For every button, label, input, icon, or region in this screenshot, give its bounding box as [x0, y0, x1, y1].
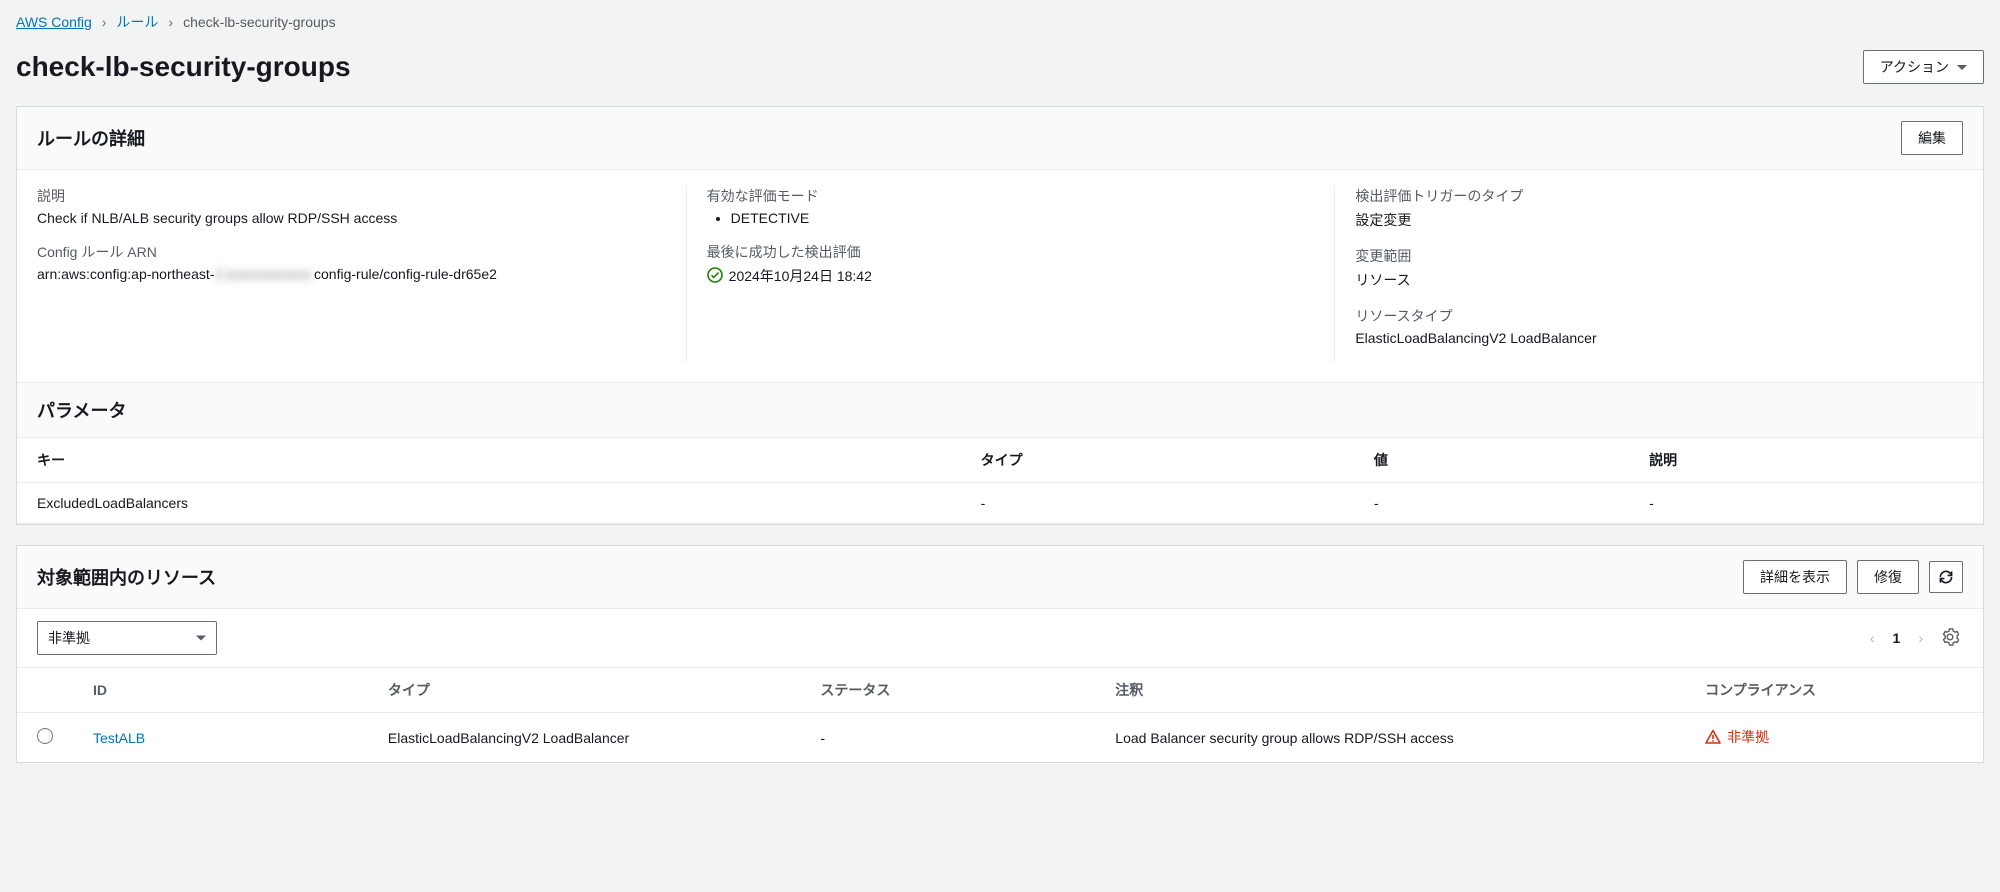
compliance-filter-select[interactable]: 非準拠: [37, 621, 217, 655]
caret-down-icon: [196, 636, 206, 641]
description-label: 説明: [37, 186, 666, 206]
resource-annotation: Load Balancer security group allows RDP/…: [1095, 713, 1685, 763]
res-header-type: タイプ: [368, 668, 801, 713]
resource-status: -: [800, 713, 1095, 763]
warning-triangle-icon: [1705, 729, 1721, 745]
scope-value: リソース: [1355, 270, 1963, 290]
param-type: -: [961, 483, 1354, 524]
param-header-type: タイプ: [961, 438, 1354, 483]
edit-button[interactable]: 編集: [1901, 121, 1963, 155]
breadcrumb-current: check-lb-security-groups: [183, 14, 336, 30]
breadcrumb-rules-link[interactable]: ルール: [116, 12, 158, 32]
trigger-value: 設定変更: [1355, 210, 1963, 230]
actions-label: アクション: [1880, 57, 1949, 77]
refresh-icon: [1938, 569, 1954, 585]
resources-title: 対象範囲内のリソース: [37, 564, 216, 590]
page-number: 1: [1893, 630, 1901, 646]
remediate-button[interactable]: 修復: [1857, 560, 1919, 594]
page-next-button[interactable]: ›: [1916, 628, 1925, 648]
details-col-3: 検出評価トリガーのタイプ 設定変更 変更範囲 リソース リソースタイプ Elas…: [1334, 186, 1963, 362]
details-col-2: 有効な評価モード DETECTIVE 最後に成功した検出評価 2024年10月2…: [686, 186, 1315, 362]
param-desc: -: [1629, 483, 1983, 524]
res-header-select: [17, 668, 73, 713]
param-header-value: 値: [1354, 438, 1629, 483]
param-key: ExcludedLoadBalancers: [17, 483, 961, 524]
chevron-right-icon: ›: [102, 14, 107, 30]
eval-mode-label: 有効な評価モード: [707, 186, 1315, 206]
show-details-button[interactable]: 詳細を表示: [1743, 560, 1847, 594]
res-header-status: ステータス: [800, 668, 1095, 713]
chevron-right-icon: ›: [168, 14, 173, 30]
gear-icon: [1941, 628, 1959, 646]
success-check-icon: [707, 267, 723, 286]
breadcrumb: AWS Config › ルール › check-lb-security-gro…: [16, 8, 1984, 32]
last-success-label: 最後に成功した検出評価: [707, 242, 1315, 262]
param-row: ExcludedLoadBalancers - - -: [17, 483, 1983, 524]
compliance-status-badge: 非準拠: [1705, 727, 1769, 747]
table-settings-button[interactable]: [1937, 624, 1963, 653]
restype-label: リソースタイプ: [1355, 306, 1963, 326]
restype-value: ElasticLoadBalancingV2 LoadBalancer: [1355, 330, 1963, 346]
parameters-table: キー タイプ 値 説明 ExcludedLoadBalancers - - -: [17, 437, 1983, 524]
res-header-annotation: 注釈: [1095, 668, 1685, 713]
param-value-cell: -: [1354, 483, 1629, 524]
arn-value: arn:aws:config:ap-northeast-1:xxxxxxxxxx…: [37, 266, 666, 282]
param-header-key: キー: [17, 438, 961, 483]
last-success-value: 2024年10月24日 18:42: [729, 266, 872, 286]
page-title: check-lb-security-groups: [16, 51, 351, 83]
parameters-title: パラメータ: [17, 382, 1983, 437]
scope-label: 変更範囲: [1355, 246, 1963, 266]
page-prev-button[interactable]: ‹: [1868, 628, 1877, 648]
resource-type: ElasticLoadBalancingV2 LoadBalancer: [368, 713, 801, 763]
rule-details-panel: ルールの詳細 編集 説明 Check if NLB/ALB security g…: [16, 106, 1984, 525]
rule-details-title: ルールの詳細: [37, 125, 145, 151]
eval-mode-value: DETECTIVE: [731, 210, 1315, 226]
details-col-1: 説明 Check if NLB/ALB security groups allo…: [37, 186, 666, 362]
resource-row: TestALB ElasticLoadBalancingV2 LoadBalan…: [17, 713, 1983, 763]
res-header-id: ID: [73, 668, 368, 713]
arn-label: Config ルール ARN: [37, 242, 666, 262]
resource-select-radio[interactable]: [37, 728, 53, 744]
refresh-button[interactable]: [1929, 561, 1963, 593]
resource-id-link[interactable]: TestALB: [93, 730, 145, 746]
description-value: Check if NLB/ALB security groups allow R…: [37, 210, 666, 226]
res-header-compliance: コンプライアンス: [1685, 668, 1983, 713]
resources-in-scope-panel: 対象範囲内のリソース 詳細を表示 修復 非準拠 ‹ 1 ›: [16, 545, 1984, 763]
param-header-desc: 説明: [1629, 438, 1983, 483]
compliance-text: 非準拠: [1727, 727, 1769, 747]
caret-down-icon: [1957, 65, 1967, 70]
actions-dropdown-button[interactable]: アクション: [1863, 50, 1984, 84]
pagination: ‹ 1 ›: [1868, 628, 1925, 648]
trigger-label: 検出評価トリガーのタイプ: [1355, 186, 1963, 206]
compliance-filter-value: 非準拠: [38, 622, 216, 654]
breadcrumb-root-link[interactable]: AWS Config: [16, 14, 92, 30]
resources-table: ID タイプ ステータス 注釈 コンプライアンス TestALB Elastic…: [17, 667, 1983, 762]
